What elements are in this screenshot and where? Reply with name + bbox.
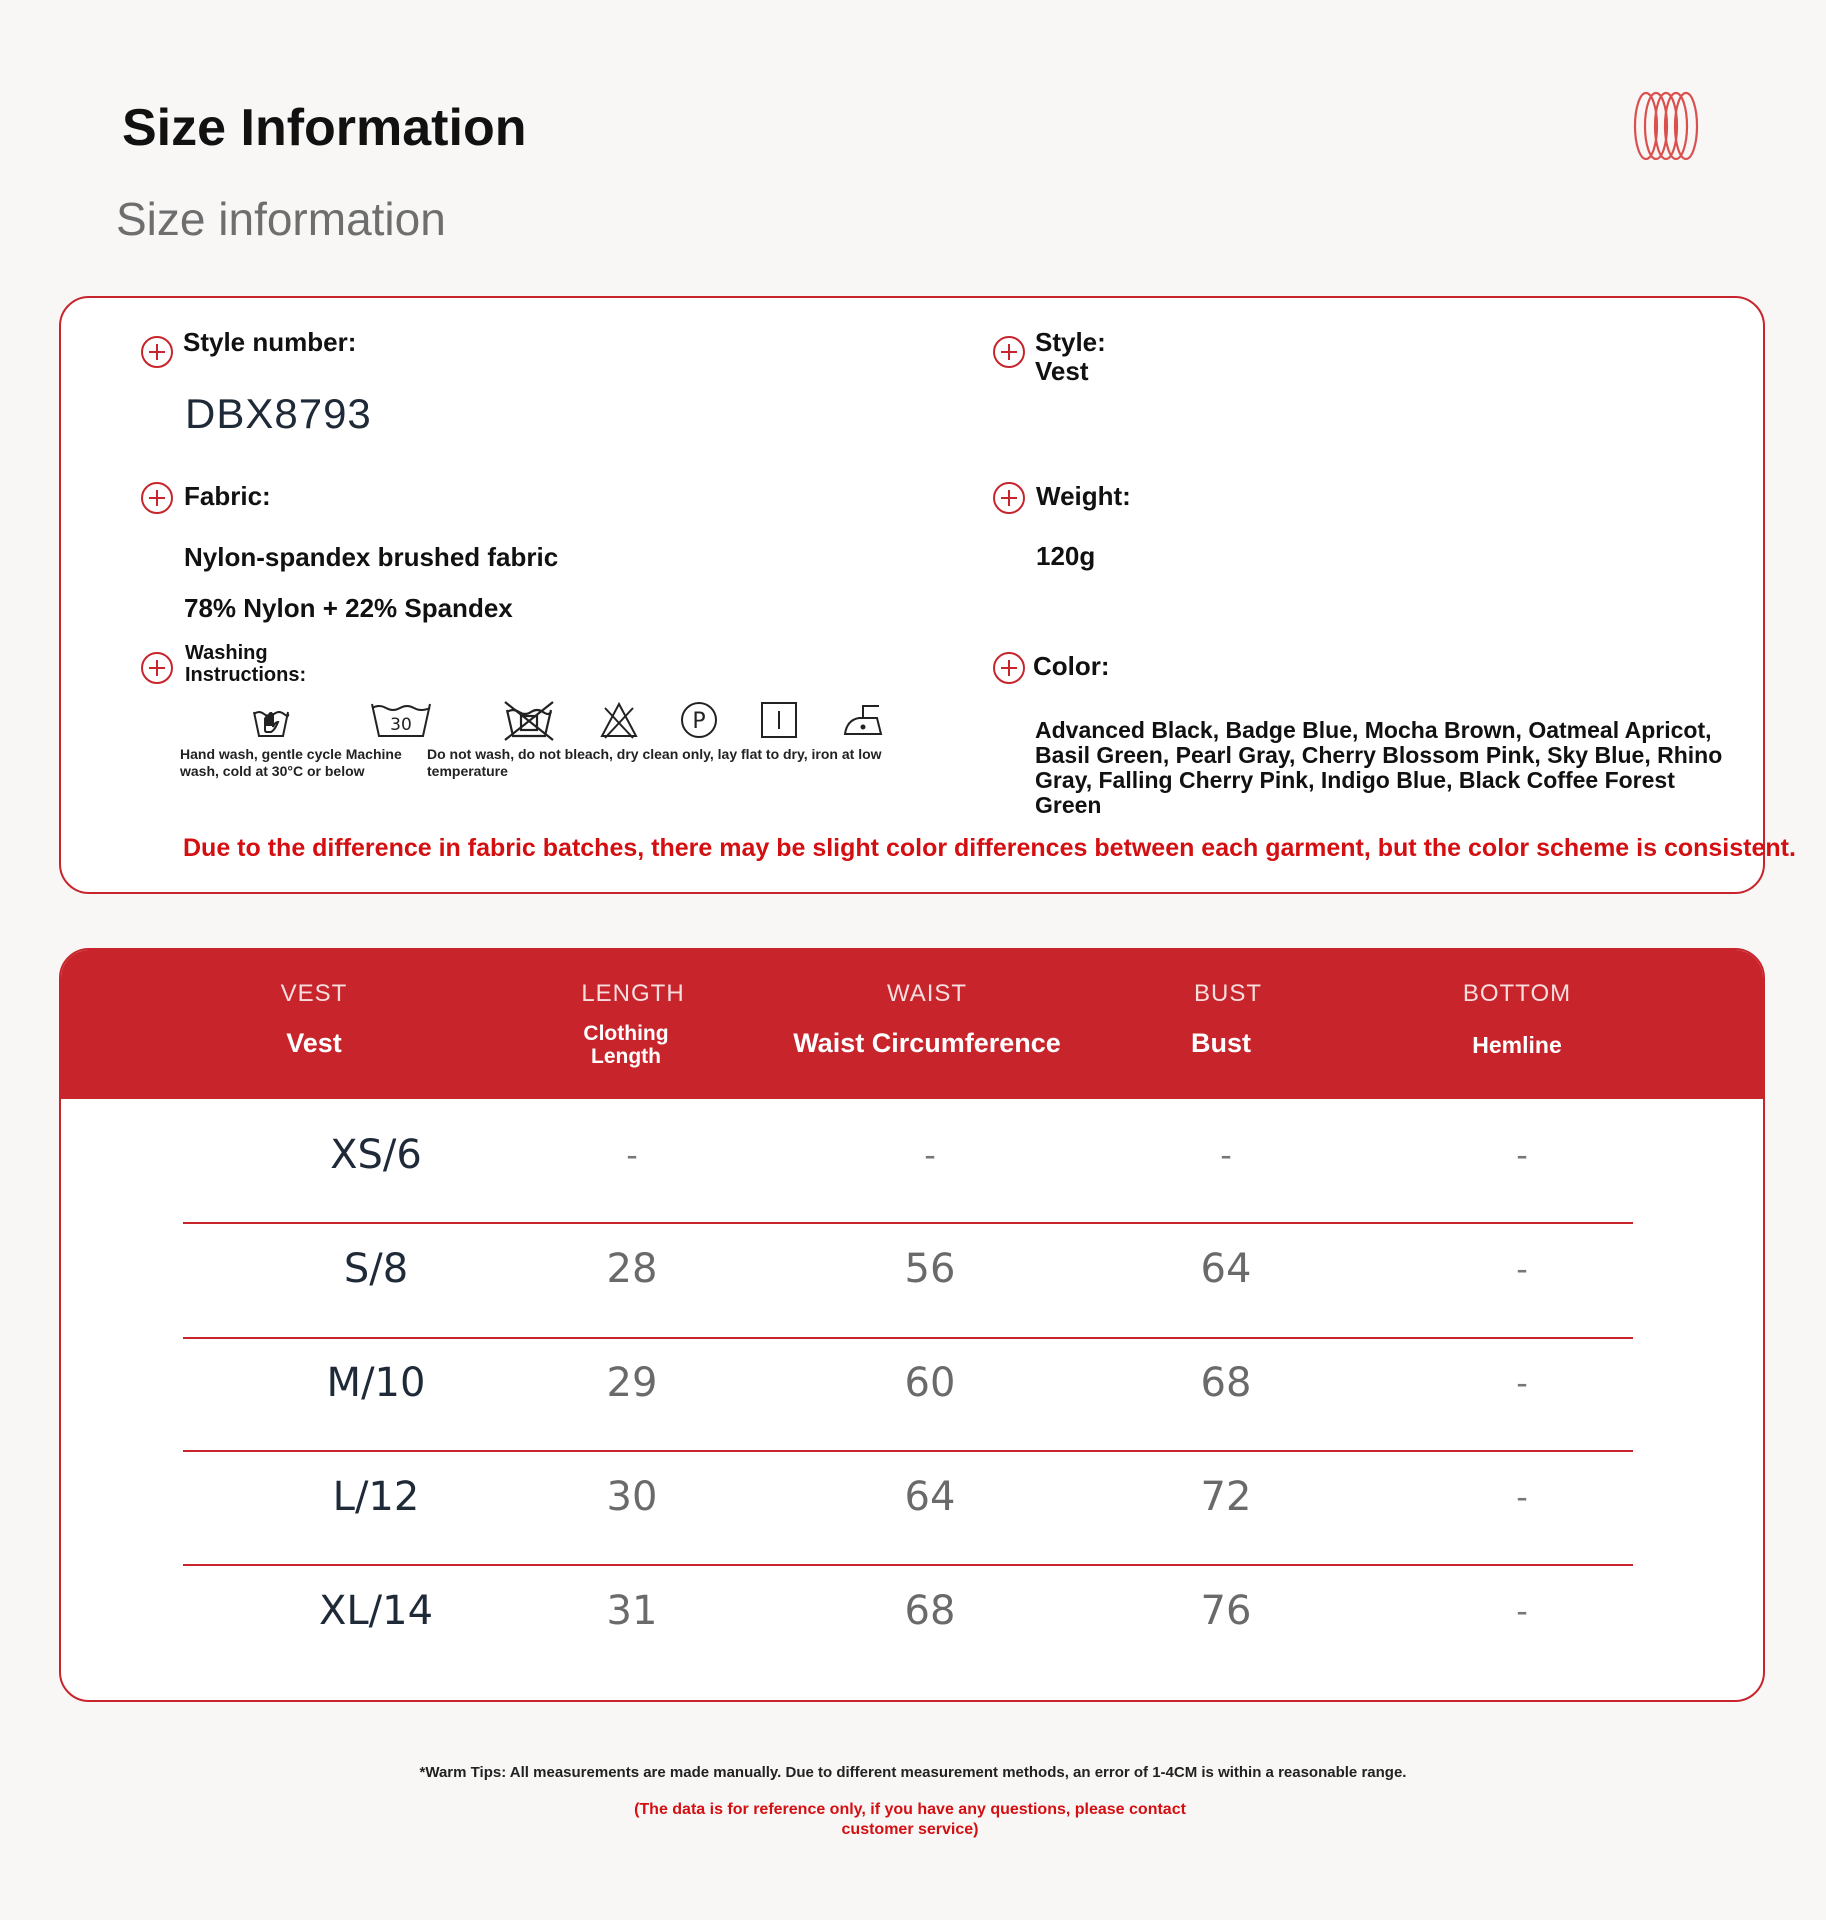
iron-low-icon — [843, 705, 883, 735]
size-label: XS/6 — [330, 1132, 422, 1178]
weight-label: Weight: — [1036, 481, 1131, 511]
washing-instructions-label: Washing Instructions: — [185, 642, 307, 686]
fabric-percentage: 78% Nylon + 22% Spandex — [184, 593, 513, 623]
measurement-cell: - — [1220, 1136, 1232, 1174]
col-header-en: BOTTOM — [1462, 980, 1572, 1007]
measurement-cell: 31 — [606, 1588, 658, 1634]
size-label: XL/14 — [318, 1588, 434, 1634]
col-header-en: WAIST — [886, 980, 968, 1007]
measurement-cell: - — [1516, 1136, 1528, 1174]
svg-text:30: 30 — [390, 715, 412, 735]
reference-note: (The data is for reference only, if you … — [634, 1801, 1186, 1838]
plus-circle-icon — [141, 482, 173, 514]
color-difference-notice: Due to the difference in fabric batches,… — [183, 834, 1796, 862]
row-divider — [183, 1564, 1633, 1566]
col-header-label: Bust — [1191, 1028, 1251, 1058]
measurement-cell: 60 — [904, 1360, 956, 1406]
color-label: Color: — [1033, 651, 1110, 681]
measurement-cell: - — [1516, 1592, 1528, 1630]
svg-text:P: P — [692, 709, 705, 734]
col-header-label: Clothing Length — [583, 1022, 669, 1068]
warm-tips: *Warm Tips: All measurements are made ma… — [419, 1764, 1407, 1781]
page-subtitle: Size information — [116, 193, 446, 245]
row-divider — [183, 1337, 1633, 1339]
size-table-header: VEST Vest LENGTH Clothing Length WAIST W… — [61, 950, 1763, 1099]
col-header-label: Waist Circumference — [793, 1028, 1061, 1058]
style-value: Vest — [1035, 356, 1089, 386]
measurement-cell: 64 — [1200, 1246, 1252, 1292]
plus-circle-icon — [993, 336, 1025, 368]
wash-note-right: Do not wash, do not bleach, dry clean on… — [427, 746, 882, 779]
fabric-composition: Nylon-spandex brushed fabric — [184, 542, 559, 572]
dry-clean-p-icon: P — [681, 702, 717, 738]
plus-circle-icon — [141, 336, 173, 368]
measurement-cell: 29 — [606, 1360, 658, 1406]
size-label: L/12 — [332, 1474, 420, 1520]
table-row: XS/6 - - - - — [183, 1098, 1633, 1212]
measurement-cell: 72 — [1200, 1474, 1252, 1520]
col-header-en: BUST — [1193, 980, 1263, 1007]
measurement-cell: 28 — [606, 1246, 658, 1292]
measurement-cell: - — [1516, 1250, 1528, 1288]
size-information-page: Size Information Size information Style … — [0, 0, 1826, 1920]
lay-flat-dry-icon — [761, 702, 797, 738]
plus-circle-icon — [141, 652, 173, 684]
col-header-label: Hemline — [1472, 1032, 1562, 1058]
weight-value: 120g — [1036, 541, 1096, 571]
fabric-label: Fabric: — [184, 481, 271, 511]
wash-care-icons: 30 P — [191, 700, 951, 750]
col-header-en: VEST — [280, 980, 348, 1007]
table-row: L/12 30 64 72 - — [183, 1440, 1633, 1554]
plus-circle-icon — [993, 652, 1025, 684]
style-number-value: DBX8793 — [185, 390, 372, 437]
col-header-en: LENGTH — [581, 980, 685, 1007]
table-row: M/10 29 60 68 - — [183, 1326, 1633, 1440]
col-header-label: Vest — [286, 1028, 342, 1058]
wash-note-left: Hand wash, gentle cycle Machine wash, co… — [180, 746, 402, 779]
measurement-cell: 76 — [1200, 1588, 1252, 1634]
measurement-cell: 68 — [904, 1588, 956, 1634]
row-divider — [183, 1222, 1633, 1224]
do-not-bleach-icon — [600, 701, 638, 739]
machine-wash-30-icon: 30 — [371, 703, 431, 737]
style-label: Style: — [1035, 327, 1106, 357]
hand-wash-icon — [253, 711, 290, 737]
product-info-card: Style number: DBX8793 Style: Vest Fabric… — [59, 296, 1796, 894]
color-options: Advanced Black, Badge Blue, Mocha Brown,… — [1035, 717, 1723, 818]
style-number-label: Style number: — [183, 327, 357, 357]
measurement-cell: 56 — [904, 1246, 956, 1292]
plus-circle-icon — [993, 482, 1025, 514]
measurement-cell: 30 — [606, 1474, 658, 1520]
size-label: M/10 — [326, 1360, 426, 1406]
page-title: Size Information — [122, 99, 527, 157]
measurement-cell: 64 — [904, 1474, 956, 1520]
measurement-cell: - — [924, 1136, 936, 1174]
size-label: S/8 — [343, 1246, 409, 1292]
row-divider — [183, 1450, 1633, 1452]
table-row: XL/14 31 68 76 - — [183, 1554, 1633, 1668]
size-table: VEST Vest LENGTH Clothing Length WAIST W… — [59, 948, 1765, 1702]
measurement-cell: - — [1516, 1478, 1528, 1516]
measurement-cell: - — [626, 1136, 638, 1174]
rings-logo-icon — [1633, 91, 1699, 161]
table-row: S/8 28 56 64 - — [183, 1212, 1633, 1326]
measurement-cell: - — [1516, 1364, 1528, 1402]
do-not-wash-icon — [504, 701, 554, 741]
measurement-cell: 68 — [1200, 1360, 1252, 1406]
